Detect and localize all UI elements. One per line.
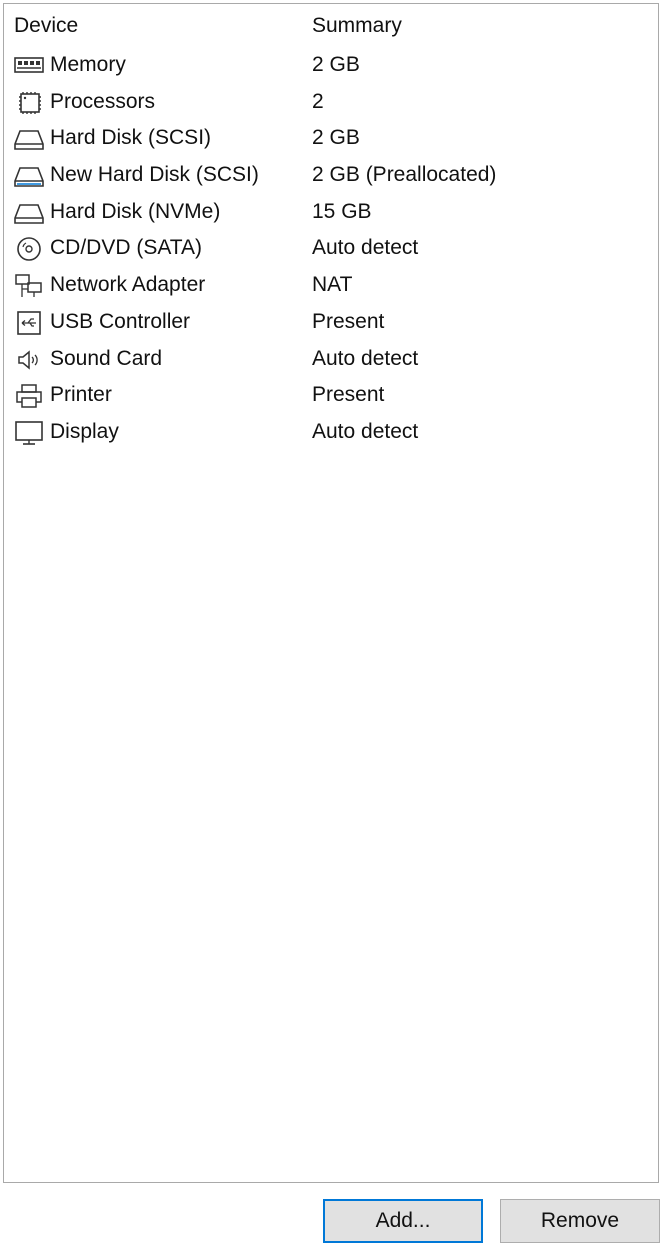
device-summary: NAT xyxy=(312,273,353,297)
device-list: Memory 2 GB Processors 2 Hard Disk (SCSI… xyxy=(4,48,658,452)
hard-disk-icon xyxy=(12,125,46,153)
device-summary: Auto detect xyxy=(312,236,419,260)
device-row-new-hard-disk-scsi[interactable]: New Hard Disk (SCSI) 2 GB (Preallocated) xyxy=(4,158,658,195)
device-name: Hard Disk (NVMe) xyxy=(50,199,221,223)
device-summary: Auto detect xyxy=(312,419,419,443)
device-row-network-adapter[interactable]: Network Adapter NAT xyxy=(4,268,658,305)
hard-disk-icon xyxy=(12,199,46,227)
device-row-sound-card[interactable]: Sound Card Auto detect xyxy=(4,342,658,379)
column-header-device[interactable]: Device xyxy=(14,14,78,38)
device-row-printer[interactable]: Printer Present xyxy=(4,378,658,415)
device-name: New Hard Disk (SCSI) xyxy=(50,163,259,187)
device-row-hard-disk-scsi[interactable]: Hard Disk (SCSI) 2 GB xyxy=(4,121,658,158)
device-summary: 2 xyxy=(312,89,324,113)
printer-icon xyxy=(12,382,46,410)
processor-icon xyxy=(12,89,46,117)
column-header-summary[interactable]: Summary xyxy=(312,14,402,38)
device-row-usb-controller[interactable]: USB Controller Present xyxy=(4,305,658,342)
device-summary: Auto detect xyxy=(312,346,419,370)
device-list-header: Device Summary xyxy=(4,4,658,44)
remove-button[interactable]: Remove xyxy=(500,1199,660,1243)
memory-icon xyxy=(12,52,46,80)
monitor-icon xyxy=(12,419,46,447)
device-summary: Present xyxy=(312,383,385,407)
device-name: Printer xyxy=(50,383,112,407)
device-name: CD/DVD (SATA) xyxy=(50,236,203,260)
usb-icon xyxy=(12,309,46,337)
device-row-hard-disk-nvme[interactable]: Hard Disk (NVMe) 15 GB xyxy=(4,195,658,232)
device-row-processors[interactable]: Processors 2 xyxy=(4,85,658,122)
cd-dvd-icon xyxy=(12,235,46,263)
device-name: Network Adapter xyxy=(50,273,206,297)
device-name: Memory xyxy=(50,53,126,76)
add-button[interactable]: Add... xyxy=(323,1199,483,1243)
device-name: Hard Disk (SCSI) xyxy=(50,126,212,150)
device-name: Sound Card xyxy=(50,346,163,370)
device-list-panel: Device Summary Memory 2 GB Processors 2 xyxy=(3,3,659,1183)
device-row-display[interactable]: Display Auto detect xyxy=(4,415,658,452)
network-adapter-icon xyxy=(12,272,46,300)
device-summary: Present xyxy=(312,309,385,333)
device-summary: 2 GB (Preallocated) xyxy=(312,163,497,187)
device-row-memory[interactable]: Memory 2 GB xyxy=(4,48,658,85)
device-name: Processors xyxy=(50,89,156,113)
device-name: USB Controller xyxy=(50,309,191,333)
device-row-cd-dvd-sata[interactable]: CD/DVD (SATA) Auto detect xyxy=(4,231,658,268)
speaker-icon xyxy=(12,346,46,374)
device-name: Display xyxy=(50,419,119,443)
new-hard-disk-icon xyxy=(12,162,46,190)
device-summary: 2 GB xyxy=(312,53,360,76)
device-summary: 15 GB xyxy=(312,199,372,223)
device-summary: 2 GB xyxy=(312,126,360,150)
